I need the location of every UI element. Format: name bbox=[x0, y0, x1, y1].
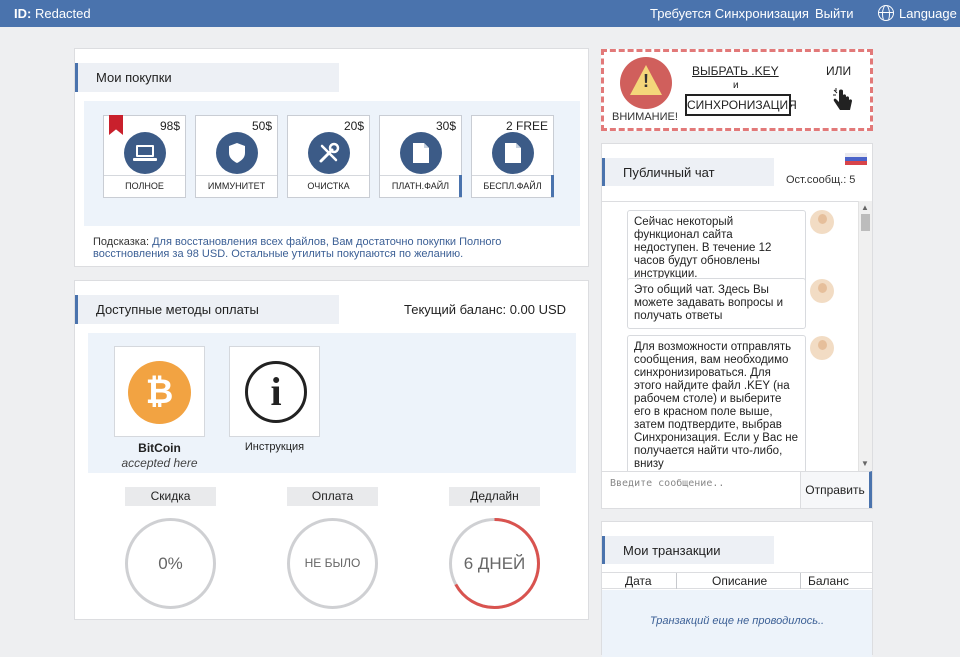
bookmark-icon bbox=[109, 115, 123, 135]
transactions-title: Мои транзакции bbox=[602, 536, 774, 564]
chat-message-input[interactable]: Введите сообщение.. bbox=[602, 471, 801, 508]
user-id: ID: Redacted bbox=[14, 6, 91, 21]
globe-icon bbox=[878, 5, 894, 21]
or-label: ИЛИ bbox=[826, 64, 852, 78]
discount-circle: 0% bbox=[125, 518, 216, 609]
discount-label: Скидка bbox=[125, 487, 216, 506]
payment-status-label: Оплата bbox=[287, 487, 378, 506]
deadline-value: 6 ДНЕЙ bbox=[463, 554, 526, 573]
transactions-panel: Мои транзакции Дата Описание Баланс Тран… bbox=[601, 521, 873, 657]
price: 98$ bbox=[159, 119, 180, 133]
payment-methods: ₿ BitCoin accepted here i Инструкция bbox=[88, 333, 576, 473]
hand-pointer-icon bbox=[832, 88, 854, 120]
messages-left: Ост.сообщ.: 5 bbox=[786, 174, 856, 186]
deadline-label: Дедлайн bbox=[449, 487, 540, 506]
chat-panel: Публичный чат Ост.сообщ.: 5 Сейчас некот… bbox=[601, 143, 873, 509]
scroll-down-icon[interactable]: ▼ bbox=[861, 459, 869, 468]
file-icon bbox=[400, 132, 442, 174]
choose-key-link[interactable]: ВЫБРАТЬ .KEY bbox=[692, 64, 779, 78]
file-icon bbox=[492, 132, 534, 174]
payment-status-value: НЕ БЫЛО bbox=[304, 556, 361, 570]
chat-messages: Сейчас некоторый функционал сайта недост… bbox=[602, 201, 858, 471]
purchases-panel: Мои покупки 98$ ПОЛНОЕ 50$ ИММУНИТЕТ 20$… bbox=[74, 48, 589, 267]
sync-button[interactable]: СИНХРОНИЗАЦИЯ bbox=[685, 94, 797, 116]
instruction-option[interactable]: i bbox=[229, 346, 320, 437]
purchase-label: ПЛАТН.ФАЙЛ bbox=[380, 175, 461, 197]
flag-icon[interactable] bbox=[845, 153, 867, 165]
chat-message: Это общий чат. Здесь Вы можете задавать … bbox=[627, 278, 806, 329]
purchase-item-free-file[interactable]: 2 FREE БЕСПЛ.ФАЙЛ bbox=[471, 115, 554, 198]
current-balance: Текущий баланс: 0.00 USD bbox=[404, 302, 567, 317]
send-button[interactable]: Отправить bbox=[801, 471, 872, 508]
price: 30$ bbox=[435, 119, 456, 133]
avatar bbox=[810, 210, 834, 234]
tools-icon bbox=[308, 132, 350, 174]
transactions-header: Дата Описание Баланс bbox=[602, 572, 872, 589]
col-description: Описание bbox=[712, 574, 768, 588]
shield-icon bbox=[216, 132, 258, 174]
chat-message: Сейчас некоторый функционал сайта недост… bbox=[627, 210, 806, 287]
transactions-empty-message: Транзакций еще не проводилось.. bbox=[602, 590, 872, 657]
purchases-title: Мои покупки bbox=[75, 63, 339, 92]
laptop-icon bbox=[124, 132, 166, 174]
warning-badge: ! bbox=[620, 57, 672, 109]
bitcoin-icon: ₿ bbox=[128, 361, 191, 424]
purchase-item-paid-file[interactable]: 30$ ПЛАТН.ФАЙЛ bbox=[379, 115, 462, 198]
and-label: и bbox=[733, 80, 739, 91]
purchase-label: ОЧИСТКА bbox=[288, 175, 369, 197]
discount-value: 0% bbox=[158, 554, 183, 573]
purchase-hint: Подсказка: Для восстановления всех файло… bbox=[93, 236, 502, 260]
price: 50$ bbox=[251, 119, 272, 133]
deadline-circle: 6 ДНЕЙ bbox=[449, 518, 540, 609]
sync-required-link[interactable]: Требуется Синхронизация bbox=[650, 6, 809, 21]
avatar bbox=[810, 336, 834, 360]
purchase-items: 98$ ПОЛНОЕ 50$ ИММУНИТЕТ 20$ ОЧИСТКА 30$ bbox=[84, 101, 580, 226]
language-label: Language bbox=[899, 5, 957, 21]
purchase-label: ПОЛНОЕ bbox=[104, 175, 185, 197]
logout-link[interactable]: Выйти bbox=[815, 6, 854, 21]
chat-title: Публичный чат bbox=[602, 158, 774, 186]
instruction-label: Инструкция bbox=[244, 441, 305, 453]
purchase-item-cleanup[interactable]: 20$ ОЧИСТКА bbox=[287, 115, 370, 198]
scroll-up-icon[interactable]: ▲ bbox=[861, 203, 869, 212]
avatar bbox=[810, 279, 834, 303]
attention-label: ВНИМАНИЕ! bbox=[612, 111, 678, 123]
chat-message: Для возможности отправлять сообщения, ва… bbox=[627, 335, 806, 471]
selection-bar bbox=[551, 175, 554, 197]
selection-bar bbox=[459, 175, 462, 197]
purchase-label: ИММУНИТЕТ bbox=[196, 175, 277, 197]
info-icon: i bbox=[245, 361, 307, 423]
payment-status-circle: НЕ БЫЛО bbox=[287, 518, 378, 609]
purchase-item-immunity[interactable]: 50$ ИММУНИТЕТ bbox=[195, 115, 278, 198]
language-selector[interactable]: Language bbox=[878, 5, 957, 21]
payment-title: Доступные методы оплаты bbox=[75, 295, 339, 324]
col-balance: Баланс bbox=[808, 574, 849, 588]
scroll-thumb[interactable] bbox=[861, 214, 870, 231]
top-bar: ID: Redacted Требуется Синхронизация Вый… bbox=[0, 0, 960, 27]
payment-panel: Доступные методы оплаты Текущий баланс: … bbox=[74, 280, 589, 620]
purchase-item-full[interactable]: 98$ ПОЛНОЕ bbox=[103, 115, 186, 198]
bitcoin-name: BitCoin bbox=[138, 441, 181, 455]
col-date: Дата bbox=[625, 574, 652, 588]
price: 20$ bbox=[343, 119, 364, 133]
bitcoin-option[interactable]: ₿ bbox=[114, 346, 205, 437]
purchase-label: БЕСПЛ.ФАЙЛ bbox=[472, 175, 553, 197]
price: 2 FREE bbox=[505, 119, 548, 133]
chat-scrollbar[interactable]: ▲ ▼ bbox=[858, 201, 872, 471]
bitcoin-subtitle: accepted here bbox=[121, 456, 198, 470]
sync-warning-box: ! ВНИМАНИЕ! ВЫБРАТЬ .KEY и СИНХРОНИЗАЦИЯ… bbox=[601, 49, 873, 131]
